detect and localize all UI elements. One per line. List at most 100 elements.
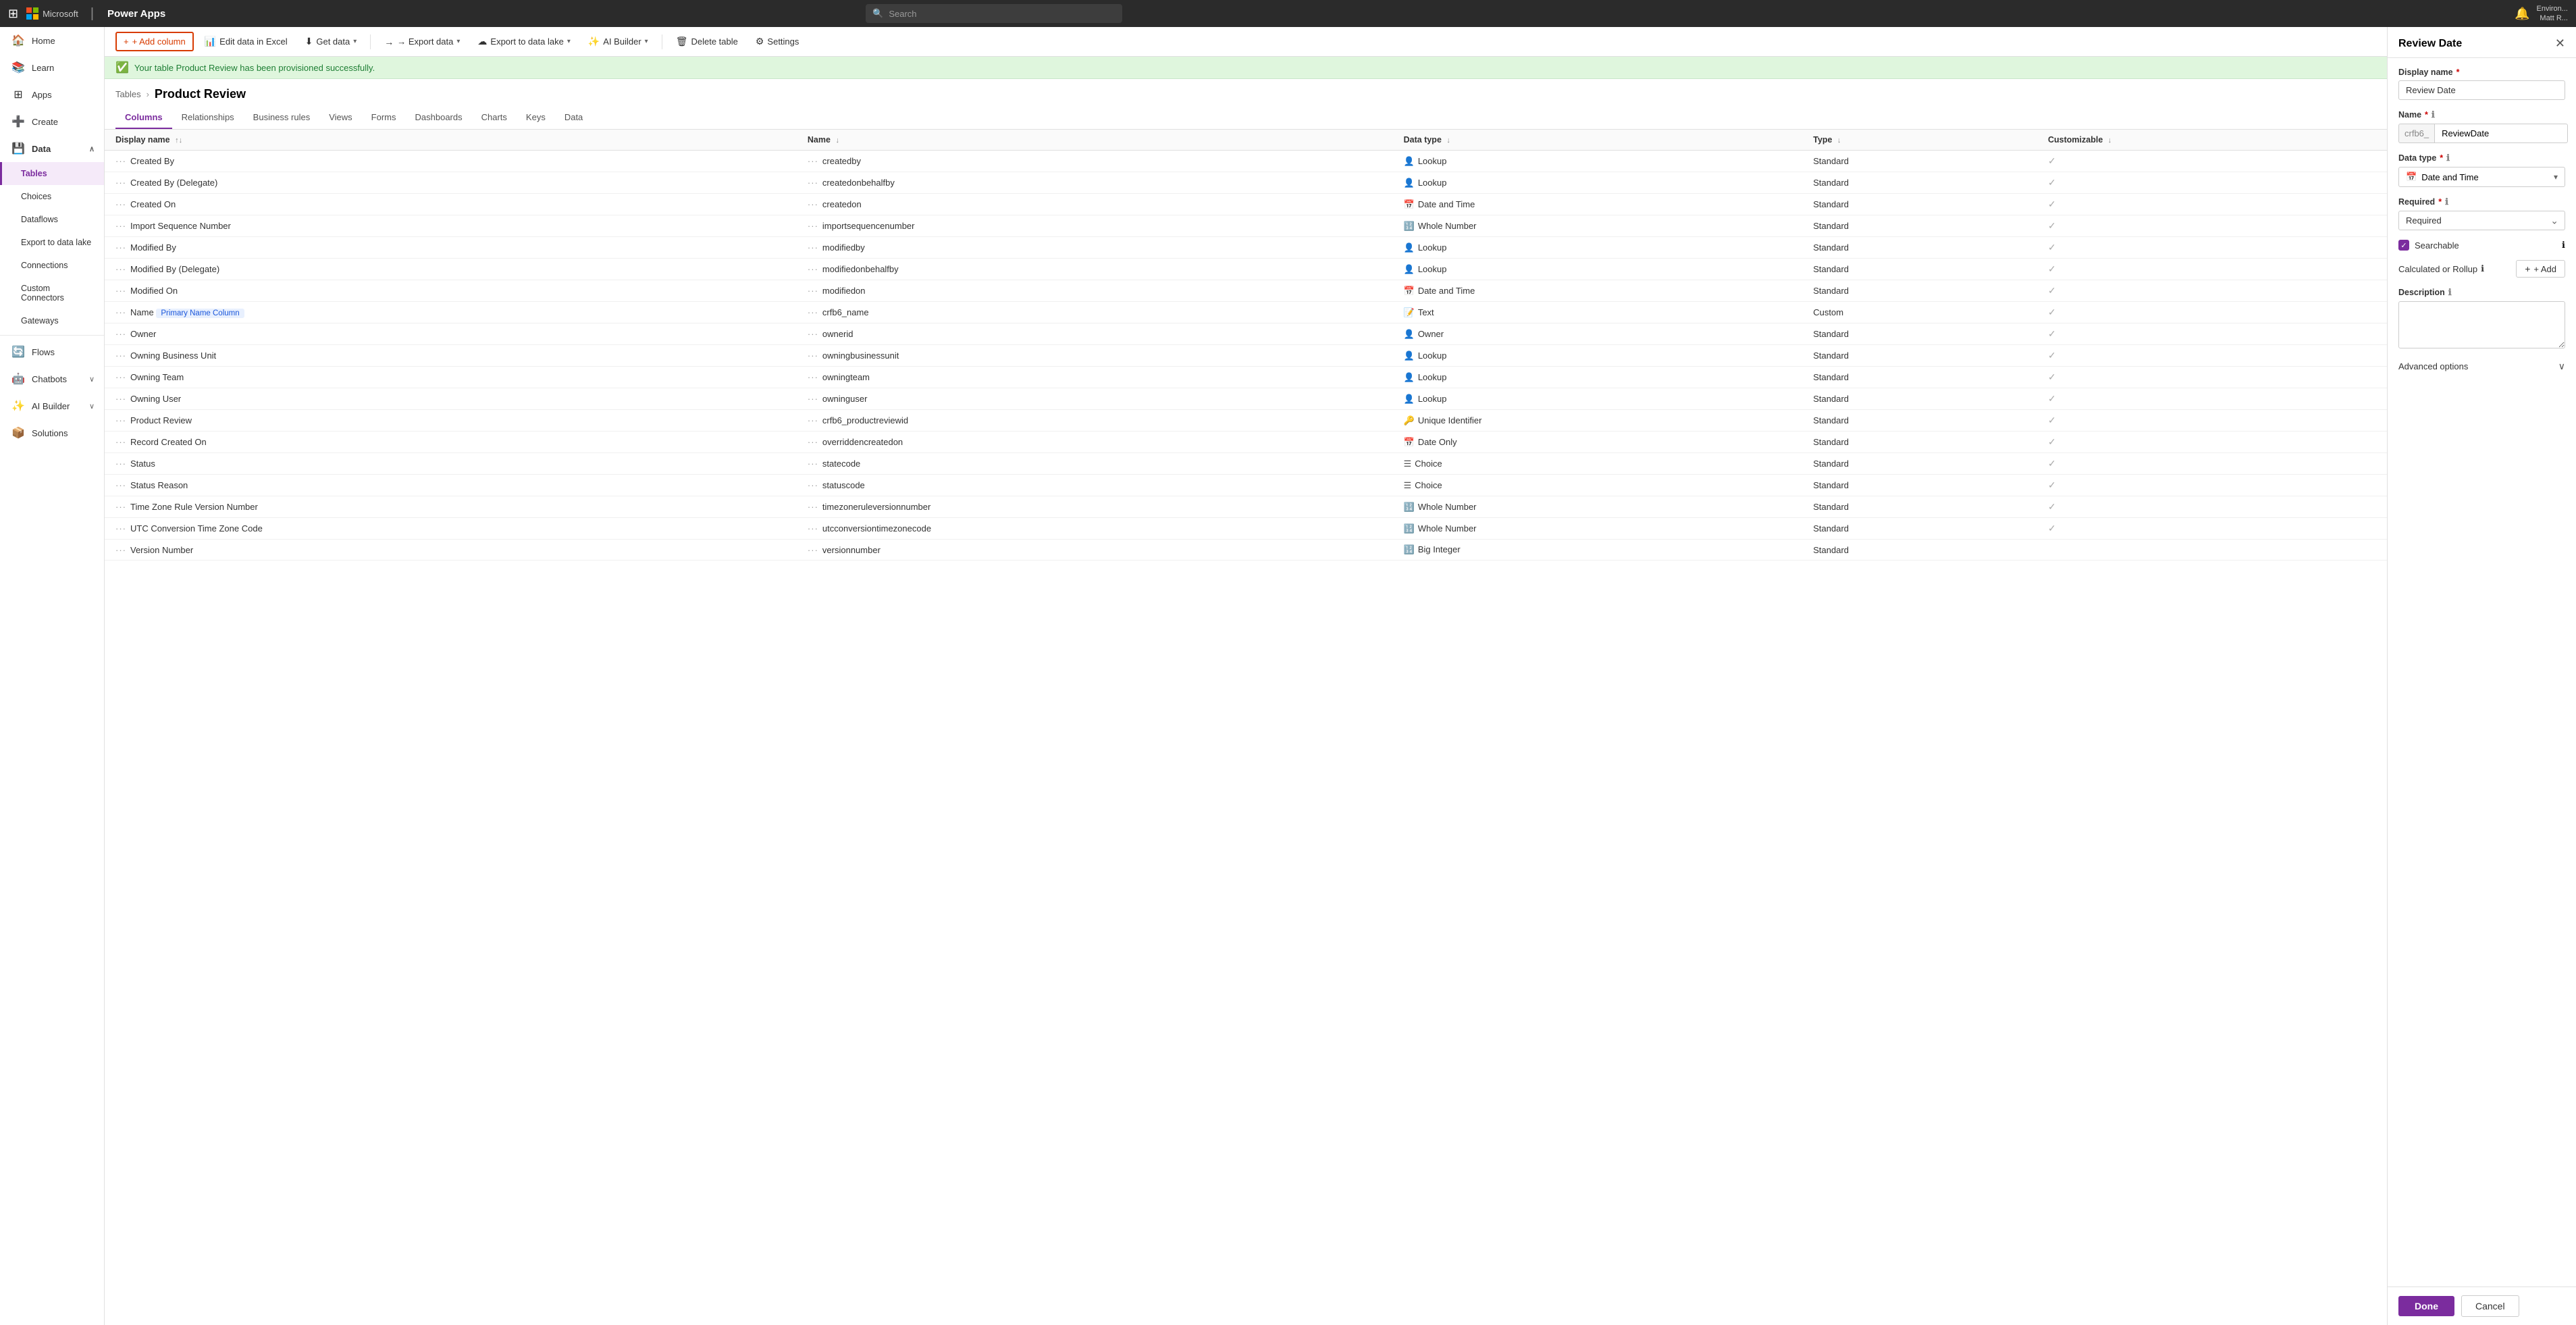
row-dots-9[interactable]: ··· xyxy=(115,350,126,361)
row-dots2-1[interactable]: ··· xyxy=(808,178,818,188)
notification-icon[interactable]: 🔔 xyxy=(2515,7,2529,21)
row-dots2-11[interactable]: ··· xyxy=(808,394,818,404)
sidebar-item-custom-connectors[interactable]: Custom Connectors xyxy=(0,277,104,309)
get-data-button[interactable]: ⬇ Get data ▾ xyxy=(298,32,364,51)
sidebar-item-choices[interactable]: Choices xyxy=(0,185,104,208)
export-lake-button[interactable]: ☁ Export to data lake ▾ xyxy=(471,32,577,51)
row-dots2-8[interactable]: ··· xyxy=(808,329,818,339)
row-dots-0[interactable]: ··· xyxy=(115,156,126,166)
sidebar-item-home[interactable]: 🏠 Home xyxy=(0,27,104,54)
cell-display-name: ···Owner xyxy=(105,323,797,345)
sidebar-item-dataflows[interactable]: Dataflows xyxy=(0,208,104,231)
search-input[interactable] xyxy=(889,9,1115,19)
row-dots2-0[interactable]: ··· xyxy=(808,156,818,166)
sidebar-item-export[interactable]: Export to data lake xyxy=(0,231,104,254)
row-dots-18[interactable]: ··· xyxy=(115,545,126,555)
panel-close-button[interactable]: ✕ xyxy=(2555,36,2565,51)
sidebar-item-data[interactable]: 💾 Data ∧ xyxy=(0,135,104,162)
row-dots2-14[interactable]: ··· xyxy=(808,459,818,469)
row-dots2-9[interactable]: ··· xyxy=(808,350,818,361)
row-dots-16[interactable]: ··· xyxy=(115,502,126,512)
tab-views[interactable]: Views xyxy=(319,107,361,129)
row-dots2-10[interactable]: ··· xyxy=(808,372,818,382)
add-calc-button[interactable]: + + Add xyxy=(2516,260,2565,278)
row-dots-8[interactable]: ··· xyxy=(115,329,126,339)
row-dots-7[interactable]: ··· xyxy=(115,307,126,317)
col-header-name[interactable]: Name ↓ xyxy=(797,130,1393,151)
row-dots2-13[interactable]: ··· xyxy=(808,437,818,447)
row-dots2-17[interactable]: ··· xyxy=(808,523,818,534)
sidebar-item-ai-builder[interactable]: ✨ AI Builder ∨ xyxy=(0,392,104,419)
search-bar[interactable]: 🔍 xyxy=(866,4,1122,23)
col-header-type[interactable]: Type ↓ xyxy=(1802,130,2037,151)
add-column-button[interactable]: + + Add column xyxy=(115,32,194,51)
row-dots2-5[interactable]: ··· xyxy=(808,264,818,274)
row-dots2-4[interactable]: ··· xyxy=(808,242,818,253)
sidebar-item-solutions[interactable]: 📦 Solutions xyxy=(0,419,104,446)
searchable-info-icon[interactable]: ℹ xyxy=(2562,240,2565,251)
row-dots2-3[interactable]: ··· xyxy=(808,221,818,231)
row-dots2-12[interactable]: ··· xyxy=(808,415,818,425)
row-dots2-2[interactable]: ··· xyxy=(808,199,818,209)
tab-data[interactable]: Data xyxy=(555,107,592,129)
tab-relationships[interactable]: Relationships xyxy=(172,107,244,129)
tab-dashboards[interactable]: Dashboards xyxy=(406,107,472,129)
row-dots-14[interactable]: ··· xyxy=(115,459,126,469)
tab-business-rules[interactable]: Business rules xyxy=(244,107,320,129)
row-dots2-7[interactable]: ··· xyxy=(808,307,818,317)
row-dots2-18[interactable]: ··· xyxy=(808,545,818,555)
name-suffix-input[interactable] xyxy=(2434,124,2568,143)
sidebar-item-learn[interactable]: 📚 Learn xyxy=(0,54,104,81)
tab-columns[interactable]: Columns xyxy=(115,107,172,129)
tab-keys[interactable]: Keys xyxy=(517,107,555,129)
display-name-input[interactable] xyxy=(2398,80,2565,100)
col-header-display-name[interactable]: Display name ↑↓ xyxy=(105,130,797,151)
row-dots2-6[interactable]: ··· xyxy=(808,286,818,296)
tab-forms[interactable]: Forms xyxy=(362,107,406,129)
row-dots2-15[interactable]: ··· xyxy=(808,480,818,490)
export-data-button[interactable]: → → Export data ▾ xyxy=(377,33,467,51)
row-dots-3[interactable]: ··· xyxy=(115,221,126,231)
col-header-data-type[interactable]: Data type ↓ xyxy=(1393,130,1803,151)
ai-builder-button[interactable]: ✨ AI Builder ▾ xyxy=(581,32,655,51)
sidebar-item-tables[interactable]: Tables xyxy=(0,162,104,185)
required-select[interactable]: Required Optional xyxy=(2398,211,2565,230)
row-dots-11[interactable]: ··· xyxy=(115,394,126,404)
searchable-checkbox[interactable]: ✓ xyxy=(2398,240,2409,251)
settings-button[interactable]: ⚙ Settings xyxy=(749,32,806,51)
tab-charts[interactable]: Charts xyxy=(472,107,517,129)
sidebar-item-chatbots[interactable]: 🤖 Chatbots ∨ xyxy=(0,365,104,392)
edit-excel-button[interactable]: 📊 Edit data in Excel xyxy=(198,32,294,51)
row-dots-13[interactable]: ··· xyxy=(115,437,126,447)
row-dots-2[interactable]: ··· xyxy=(115,199,126,209)
row-dots-5[interactable]: ··· xyxy=(115,264,126,274)
done-button[interactable]: Done xyxy=(2398,1296,2454,1316)
sidebar-item-connections[interactable]: Connections xyxy=(0,254,104,277)
advanced-options-row[interactable]: Advanced options ∨ xyxy=(2398,358,2565,375)
row-dots-17[interactable]: ··· xyxy=(115,523,126,534)
breadcrumb-tables-link[interactable]: Tables xyxy=(115,89,141,99)
sidebar-item-create[interactable]: ➕ Create xyxy=(0,108,104,135)
calc-info-icon[interactable]: ℹ xyxy=(2481,263,2484,274)
data-type-select[interactable]: 📅 Date and Time ▾ xyxy=(2398,167,2565,187)
row-dots-10[interactable]: ··· xyxy=(115,372,126,382)
description-info-icon[interactable]: ℹ xyxy=(2448,287,2452,298)
row-dots-12[interactable]: ··· xyxy=(115,415,126,425)
row-dots2-16[interactable]: ··· xyxy=(808,502,818,512)
data-type-info-icon[interactable]: ℹ xyxy=(2446,153,2450,163)
row-dots-1[interactable]: ··· xyxy=(115,178,126,188)
row-dots-15[interactable]: ··· xyxy=(115,480,126,490)
description-textarea[interactable] xyxy=(2398,301,2565,348)
sidebar-item-apps[interactable]: ⊞ Apps xyxy=(0,81,104,108)
waffle-icon[interactable]: ⊞ xyxy=(8,7,18,21)
sidebar-label-home: Home xyxy=(32,36,55,46)
required-info-icon[interactable]: ℹ xyxy=(2445,197,2448,207)
row-dots-6[interactable]: ··· xyxy=(115,286,126,296)
delete-table-button[interactable]: 🗑 Delete table xyxy=(669,32,745,51)
sidebar-item-flows[interactable]: 🔄 Flows xyxy=(0,338,104,365)
name-info-icon[interactable]: ℹ xyxy=(2432,109,2435,120)
cancel-button[interactable]: Cancel xyxy=(2461,1295,2519,1317)
col-header-customizable[interactable]: Customizable ↓ xyxy=(2037,130,2387,151)
sidebar-item-gateways[interactable]: Gateways xyxy=(0,309,104,332)
row-dots-4[interactable]: ··· xyxy=(115,242,126,253)
